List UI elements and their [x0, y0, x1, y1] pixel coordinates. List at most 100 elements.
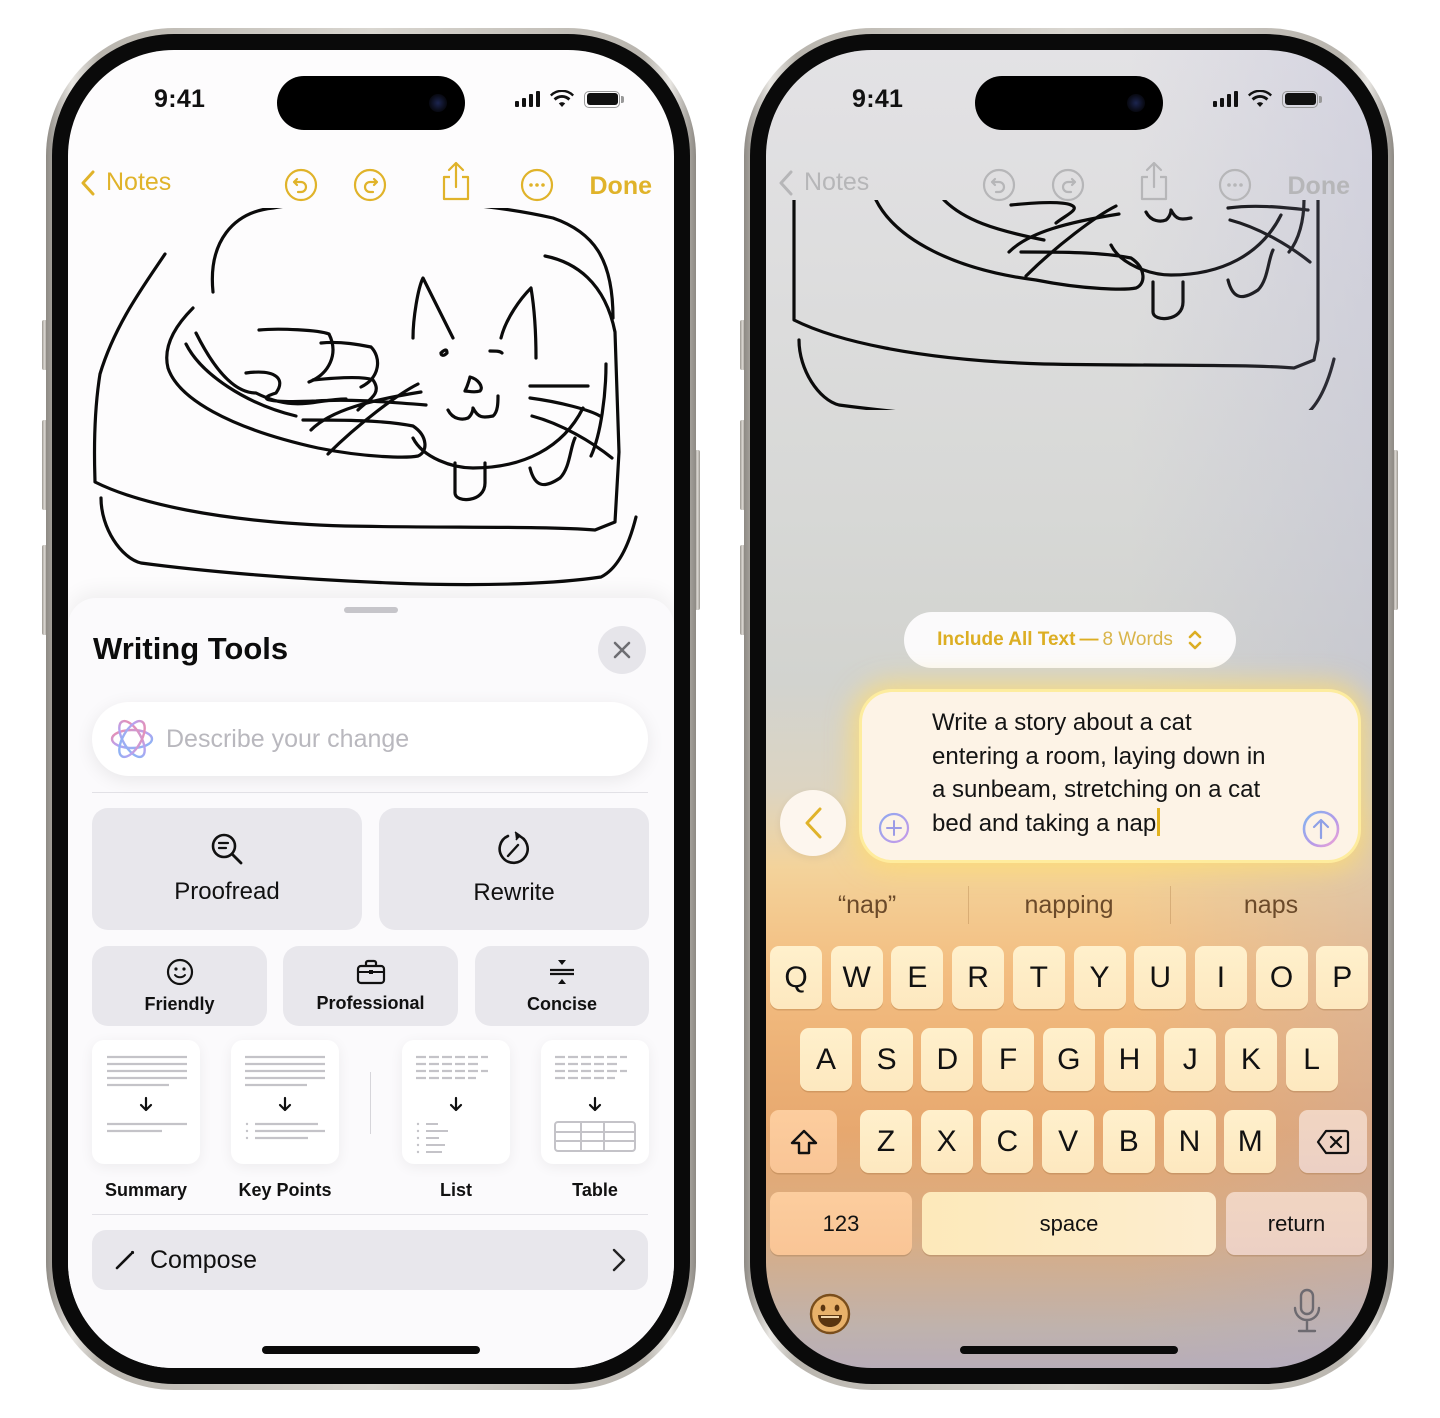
redo-icon[interactable] — [353, 168, 387, 202]
wifi-icon — [1248, 90, 1272, 107]
key-o[interactable]: O — [1255, 946, 1308, 1009]
friendly-button[interactable]: Friendly — [92, 946, 267, 1026]
professional-button[interactable]: Professional — [283, 946, 458, 1026]
compose-screen: 9:41 Notes Done Include All Text — 8 Wor… — [766, 50, 1372, 1368]
cellular-signal-icon — [1213, 91, 1238, 107]
key-x[interactable]: X — [920, 1110, 973, 1173]
space-key[interactable]: space — [922, 1192, 1216, 1255]
key-l[interactable]: L — [1285, 1028, 1338, 1091]
suggestion-item[interactable]: napping — [968, 882, 1170, 928]
key-h[interactable]: H — [1103, 1028, 1156, 1091]
key-y[interactable]: Y — [1073, 946, 1126, 1009]
compose-label: Compose — [150, 1245, 257, 1274]
share-icon[interactable] — [439, 160, 473, 202]
prompt-line: entering a room, laying down in — [932, 742, 1266, 770]
key-m[interactable]: M — [1224, 1110, 1277, 1173]
prompt-line: Write a story about a cat — [932, 709, 1192, 736]
compose-button[interactable]: Compose — [92, 1230, 648, 1290]
back-button[interactable] — [780, 790, 846, 856]
key-c[interactable]: C — [981, 1110, 1034, 1173]
table-button[interactable] — [541, 1040, 649, 1164]
cat-drawing-scrolled[interactable] — [786, 200, 1372, 410]
notes-toolbar-dimmed: Notes Done — [766, 156, 1372, 216]
battery-icon — [1282, 90, 1322, 108]
key-f[interactable]: F — [982, 1028, 1035, 1091]
divider — [92, 1214, 648, 1215]
close-icon — [613, 641, 631, 659]
more-icon[interactable] — [1218, 168, 1252, 202]
emoji-icon[interactable] — [808, 1292, 852, 1336]
text-cursor — [1157, 807, 1161, 836]
shift-key[interactable] — [770, 1110, 837, 1173]
home-indicator[interactable] — [960, 1346, 1178, 1354]
key-b[interactable]: B — [1102, 1110, 1155, 1173]
predictive-suggestions: “nap” napping naps — [766, 882, 1372, 928]
key-a[interactable]: A — [800, 1028, 852, 1091]
key-k[interactable]: K — [1224, 1028, 1277, 1091]
key-r[interactable]: R — [952, 946, 1005, 1009]
key-p[interactable]: P — [1316, 946, 1369, 1009]
smiley-icon — [166, 958, 193, 985]
key-q[interactable]: Q — [770, 946, 822, 1009]
concise-label: Concise — [526, 993, 598, 1014]
key-w[interactable]: W — [830, 946, 883, 1009]
writing-tools-sheet: Writing Tools Describe your change Proof… — [68, 598, 674, 1368]
home-indicator[interactable] — [262, 1346, 480, 1354]
table-icon — [554, 1055, 636, 1152]
back-to-notes-button[interactable]: Notes — [80, 168, 171, 197]
numbers-key[interactable]: 123 — [770, 1192, 912, 1255]
include-text-selector[interactable]: Include All Text — 8 Words — [904, 612, 1236, 668]
key-j[interactable]: J — [1164, 1028, 1217, 1091]
return-key[interactable]: return — [1226, 1192, 1367, 1255]
describe-change-input[interactable]: Describe your change — [92, 702, 648, 776]
sheet-grabber[interactable] — [344, 607, 398, 613]
key-s[interactable]: S — [860, 1028, 913, 1091]
redo-icon[interactable] — [1051, 168, 1085, 202]
chevron-up-down-icon — [1188, 630, 1202, 650]
back-label: Notes — [106, 168, 172, 196]
concise-button[interactable]: Concise — [475, 946, 649, 1026]
cat-drawing[interactable] — [88, 208, 668, 598]
back-label: Notes — [804, 168, 870, 196]
writing-tools-title: Writing Tools — [93, 631, 289, 666]
word-count: 8 Words — [1102, 629, 1173, 650]
microphone-icon[interactable] — [1292, 1288, 1322, 1334]
status-time: 9:41 — [154, 85, 206, 113]
key-u[interactable]: U — [1134, 946, 1187, 1009]
proofread-magnifier-icon — [211, 833, 243, 865]
key-i[interactable]: I — [1194, 946, 1247, 1009]
back-to-notes-button[interactable]: Notes — [778, 168, 869, 197]
list-icon — [416, 1055, 488, 1154]
proofread-button[interactable]: Proofread — [92, 808, 362, 930]
status-time: 9:41 — [852, 85, 904, 113]
rewrite-button[interactable]: Rewrite — [379, 808, 649, 930]
suggestion-item[interactable]: naps — [1170, 882, 1372, 928]
undo-icon[interactable] — [982, 168, 1016, 202]
share-icon[interactable] — [1137, 160, 1171, 202]
undo-icon[interactable] — [284, 168, 318, 202]
key-g[interactable]: G — [1042, 1028, 1095, 1091]
compose-prompt-field[interactable]: Write a story about a cat entering a roo… — [862, 692, 1358, 860]
done-button[interactable]: Done — [590, 172, 653, 201]
send-arrow-up-icon[interactable] — [1302, 810, 1340, 848]
done-button[interactable]: Done — [1288, 172, 1351, 201]
key-v[interactable]: V — [1042, 1110, 1095, 1173]
wifi-icon — [550, 90, 574, 107]
battery-icon — [584, 90, 624, 108]
key-n[interactable]: N — [1163, 1110, 1216, 1173]
prompt-text[interactable]: Write a story about a cat entering a roo… — [932, 706, 1312, 840]
more-icon[interactable] — [520, 168, 554, 202]
summary-button[interactable] — [92, 1040, 200, 1164]
briefcase-icon — [356, 959, 385, 984]
chevron-left-icon — [805, 807, 822, 839]
close-button[interactable] — [598, 626, 646, 674]
delete-key[interactable] — [1299, 1110, 1367, 1173]
key-d[interactable]: D — [921, 1028, 974, 1091]
add-attachment-icon[interactable] — [878, 812, 910, 844]
key-z[interactable]: Z — [860, 1110, 912, 1173]
key-points-button[interactable] — [231, 1040, 339, 1164]
key-e[interactable]: E — [891, 946, 944, 1009]
key-t[interactable]: T — [1012, 946, 1065, 1009]
suggestion-item[interactable]: “nap” — [766, 882, 968, 928]
list-button[interactable] — [402, 1040, 510, 1164]
